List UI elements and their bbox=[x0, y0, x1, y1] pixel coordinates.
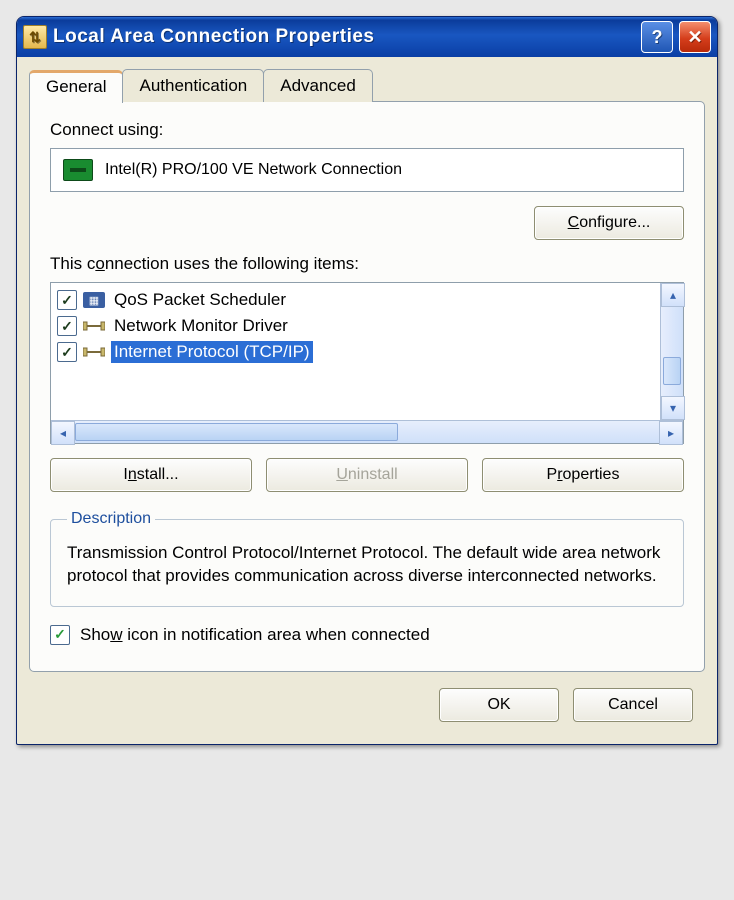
checkbox[interactable]: ✓ bbox=[57, 316, 77, 336]
netmon-icon bbox=[83, 318, 105, 334]
notify-checkbox[interactable]: ✓ bbox=[50, 625, 70, 645]
scroll-down-button[interactable]: ▾ bbox=[661, 396, 685, 420]
horizontal-scrollbar[interactable]: ◂ ▸ bbox=[51, 420, 683, 443]
scroll-right-button[interactable]: ▸ bbox=[659, 421, 683, 445]
notify-label: Show icon in notification area when conn… bbox=[80, 625, 430, 645]
list-item[interactable]: ✓ Network Monitor Driver bbox=[53, 313, 658, 339]
tab-general[interactable]: General bbox=[29, 70, 123, 103]
ok-button[interactable]: OK bbox=[439, 688, 559, 722]
vertical-scrollbar[interactable]: ▴ ▾ bbox=[660, 283, 683, 420]
close-button[interactable]: ✕ bbox=[679, 21, 711, 53]
help-button[interactable]: ? bbox=[641, 21, 673, 53]
tab-strip: General Authentication Advanced bbox=[29, 69, 705, 102]
scheduler-icon: ▦ bbox=[83, 292, 105, 308]
app-icon: ⇅ bbox=[23, 25, 47, 49]
checkbox[interactable]: ✓ bbox=[57, 342, 77, 362]
nic-icon bbox=[63, 159, 93, 181]
notify-row[interactable]: ✓ Show icon in notification area when co… bbox=[50, 621, 684, 649]
checkbox[interactable]: ✓ bbox=[57, 290, 77, 310]
item-label: QoS Packet Scheduler bbox=[111, 289, 289, 311]
cancel-button[interactable]: Cancel bbox=[573, 688, 693, 722]
item-label: Internet Protocol (TCP/IP) bbox=[111, 341, 313, 363]
items-rows: ✓ ▦ QoS Packet Scheduler ✓ Network Monit… bbox=[51, 283, 660, 420]
scroll-up-button[interactable]: ▴ bbox=[661, 283, 685, 307]
tab-panel-general: Connect using: Intel(R) PRO/100 VE Netwo… bbox=[29, 101, 705, 672]
install-button[interactable]: Install... bbox=[50, 458, 252, 492]
scroll-track[interactable] bbox=[661, 307, 683, 396]
items-listbox[interactable]: ✓ ▦ QoS Packet Scheduler ✓ Network Monit… bbox=[50, 282, 684, 444]
properties-button[interactable]: Properties bbox=[482, 458, 684, 492]
list-item[interactable]: ✓ ▦ QoS Packet Scheduler bbox=[53, 287, 658, 313]
description-text: Transmission Control Protocol/Internet P… bbox=[67, 542, 667, 588]
description-group: Description Transmission Control Protoco… bbox=[50, 510, 684, 607]
client-area: General Authentication Advanced Connect … bbox=[17, 57, 717, 744]
window-title: Local Area Connection Properties bbox=[53, 26, 635, 48]
connect-using-label: Connect using: bbox=[50, 120, 684, 140]
configure-button[interactable]: Configure... bbox=[534, 206, 684, 240]
scroll-thumb[interactable] bbox=[663, 357, 681, 385]
tab-advanced[interactable]: Advanced bbox=[263, 69, 373, 102]
description-legend: Description bbox=[67, 510, 155, 528]
tab-authentication[interactable]: Authentication bbox=[122, 69, 264, 102]
dialog-window: ⇅ Local Area Connection Properties ? ✕ G… bbox=[16, 16, 718, 745]
title-bar[interactable]: ⇅ Local Area Connection Properties ? ✕ bbox=[17, 17, 717, 57]
adapter-name: Intel(R) PRO/100 VE Network Connection bbox=[105, 161, 402, 179]
item-label: Network Monitor Driver bbox=[111, 315, 291, 337]
list-item[interactable]: ✓ Internet Protocol (TCP/IP) bbox=[53, 339, 658, 365]
adapter-box[interactable]: Intel(R) PRO/100 VE Network Connection bbox=[50, 148, 684, 192]
protocol-icon bbox=[83, 344, 105, 360]
scroll-track[interactable] bbox=[75, 421, 659, 443]
scroll-left-button[interactable]: ◂ bbox=[51, 421, 75, 445]
uninstall-button: Uninstall bbox=[266, 458, 468, 492]
scroll-thumb[interactable] bbox=[75, 423, 398, 441]
items-label: This connection uses the following items… bbox=[50, 254, 684, 274]
